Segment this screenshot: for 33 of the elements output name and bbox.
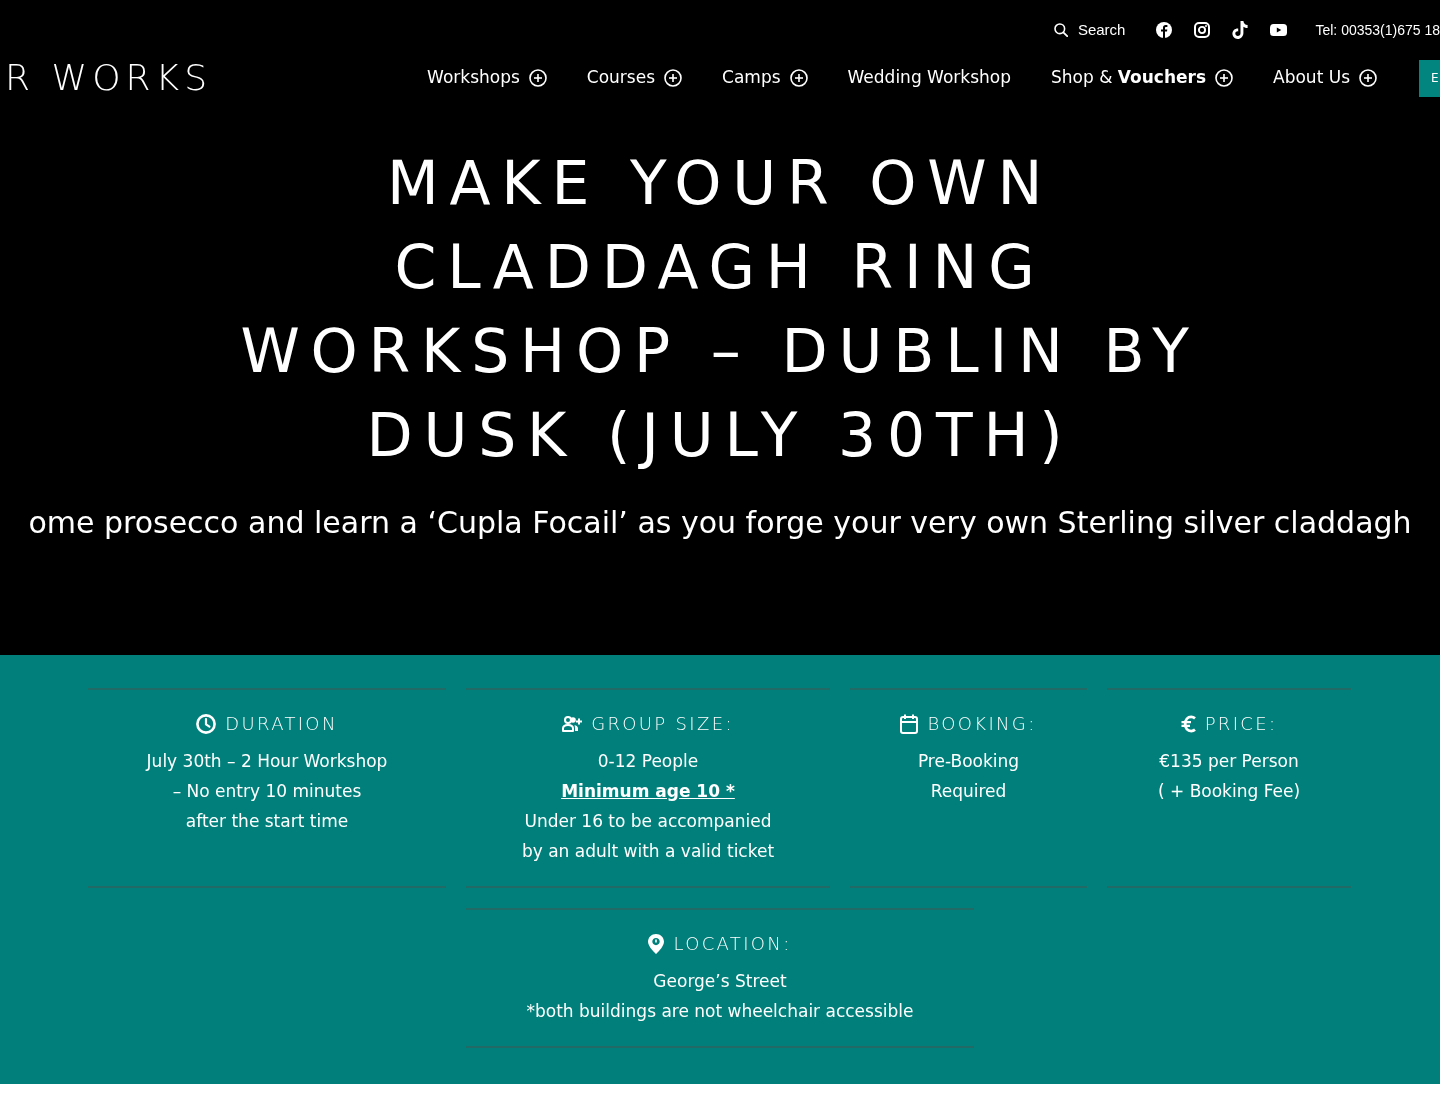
phone-link[interactable]: Tel: 00353(1)675 18 — [1315, 19, 1440, 41]
nav-link[interactable]: Camps — [722, 65, 808, 91]
detail-text: €135 per Person ( + Booking Fee) — [1157, 750, 1301, 803]
nav-link[interactable]: Courses — [586, 65, 683, 91]
search-icon[interactable] — [1053, 23, 1068, 37]
calendar-icon — [900, 714, 919, 734]
section-heading: BOOKING: — [927, 712, 1037, 736]
site-logo[interactable]: R WORKS — [0, 60, 213, 96]
euro-icon — [1180, 715, 1196, 733]
nav-link[interactable]: Workshops — [427, 65, 547, 91]
facebook-icon[interactable] — [1156, 22, 1173, 38]
detail-text: 0-12 People Minimum age 10 * Under 16 to be accompanied by an adult with a valid ticket — [521, 750, 775, 863]
detail-text: July 30th – 2 Hour Workshop – No entry 10 minutes after the start time — [146, 750, 388, 833]
section-heading: PRICE: — [1204, 712, 1278, 736]
clock-icon — [196, 714, 217, 734]
tiktok-icon[interactable] — [1232, 21, 1249, 39]
map-pin-icon — [648, 934, 665, 954]
detail-link[interactable]: Minimum age 10 * — [561, 781, 735, 801]
page-title: MAKE YOUR OWN CLADDAGH RING WORKSHOP – DUBLIN BY DUSK (JULY 30TH) — [239, 147, 1201, 472]
youtube-icon[interactable] — [1270, 24, 1288, 36]
header-button[interactable]: E — [1419, 59, 1440, 97]
hero-subtitle: ome prosecco and learn a ‘Cupla Focail’ as you forge your very own Sterling silver claddagh — [28, 504, 1412, 542]
nav-link[interactable]: About Us — [1273, 65, 1377, 91]
detail-text: Pre-Booking Required — [917, 750, 1020, 803]
section-heading: LOCATION: — [673, 932, 792, 956]
section-heading: GROUP SIZE: — [591, 712, 734, 736]
search-link[interactable]: Search — [1053, 18, 1126, 42]
section-heading: DURATION — [225, 712, 338, 736]
users-icon — [562, 716, 583, 732]
detail-text: George’s Street *both buildings are not wheelchair accessible — [526, 970, 914, 1023]
nav-link[interactable]: Wedding Workshop — [847, 65, 1011, 91]
nav-link[interactable]: Shop & Vouchers — [1050, 65, 1234, 91]
instagram-icon[interactable] — [1194, 22, 1211, 38]
